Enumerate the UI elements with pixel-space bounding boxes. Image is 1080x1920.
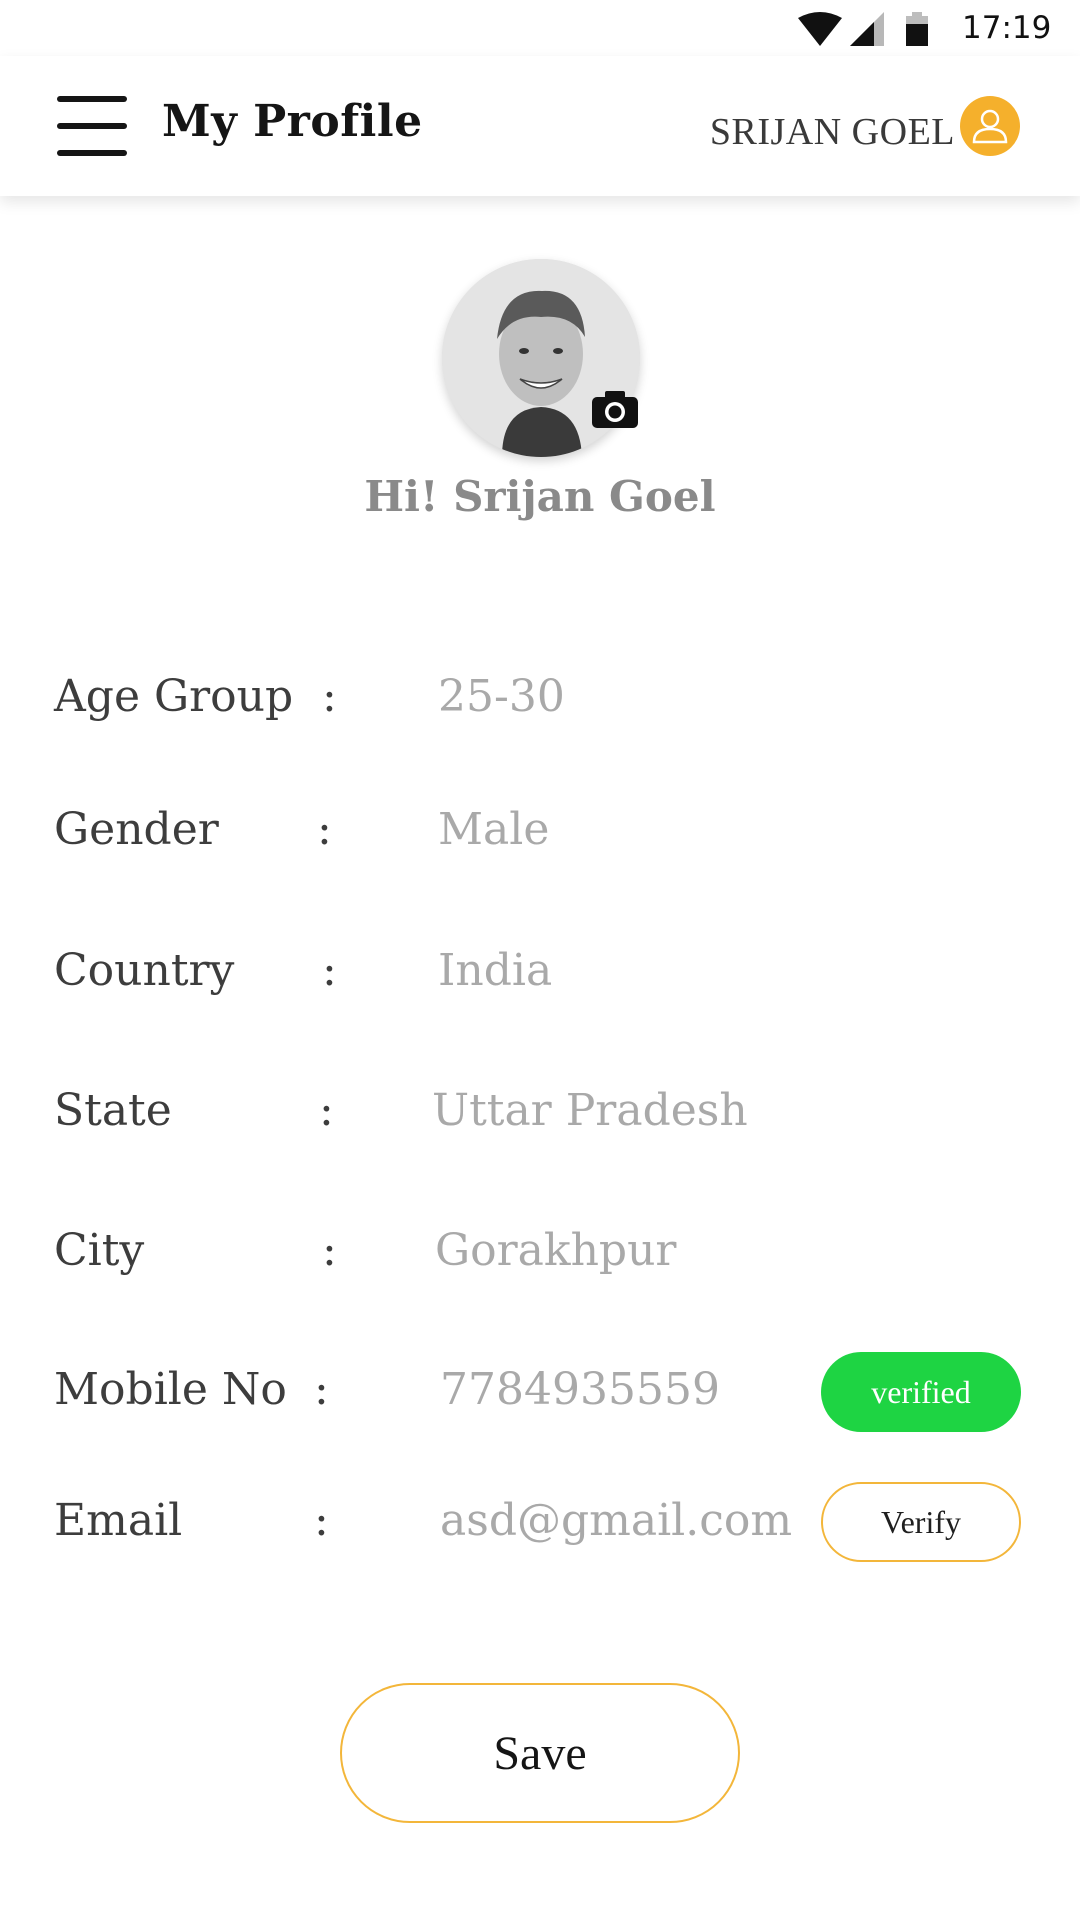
email-verify-button[interactable]: Verify <box>821 1482 1021 1562</box>
state-value[interactable]: Uttar Pradesh <box>432 1085 748 1136</box>
gender-value[interactable]: Male <box>438 804 549 855</box>
email-separator: : <box>314 1495 329 1546</box>
profile-screen: 17:19 My Profile SRIJAN GOEL Hi! Srijan … <box>0 0 1080 1920</box>
user-avatar-button[interactable] <box>960 96 1020 156</box>
gender-separator: : <box>317 804 332 855</box>
greeting-text: Hi! Srijan Goel <box>364 472 716 521</box>
cellular-signal-icon <box>850 12 884 46</box>
city-separator: : <box>322 1225 337 1276</box>
mobile-value[interactable]: 7784935559 <box>440 1364 720 1415</box>
mobile-verified-badge: verified <box>821 1352 1021 1432</box>
page-title: My Profile <box>162 96 423 147</box>
city-label: City <box>54 1225 145 1276</box>
state-label: State <box>54 1085 172 1136</box>
country-label: Country <box>54 945 235 996</box>
age-group-separator: : <box>322 671 337 722</box>
email-label: Email <box>54 1495 183 1546</box>
city-value[interactable]: Gorakhpur <box>435 1225 676 1276</box>
country-separator: : <box>322 945 337 996</box>
mobile-separator: : <box>314 1364 329 1415</box>
user-name-label: SRIJAN GOEL <box>709 111 955 153</box>
status-time: 17:19 <box>962 10 1052 46</box>
state-separator: : <box>319 1085 334 1136</box>
camera-icon[interactable] <box>592 390 638 428</box>
country-value[interactable]: India <box>438 945 552 996</box>
email-value[interactable]: asd@gmail.com <box>440 1495 792 1546</box>
user-icon <box>972 109 1008 144</box>
hamburger-menu-icon[interactable] <box>57 96 127 156</box>
gender-label: Gender <box>54 804 219 855</box>
battery-icon <box>906 12 928 46</box>
age-group-value[interactable]: 25-30 <box>438 671 565 722</box>
mobile-label: Mobile No <box>54 1364 287 1415</box>
status-bar: 17:19 <box>0 0 1080 56</box>
app-bar: My Profile SRIJAN GOEL <box>0 56 1080 196</box>
wifi-icon <box>798 12 842 46</box>
age-group-label: Age Group <box>54 671 294 722</box>
save-button[interactable]: Save <box>340 1683 740 1823</box>
